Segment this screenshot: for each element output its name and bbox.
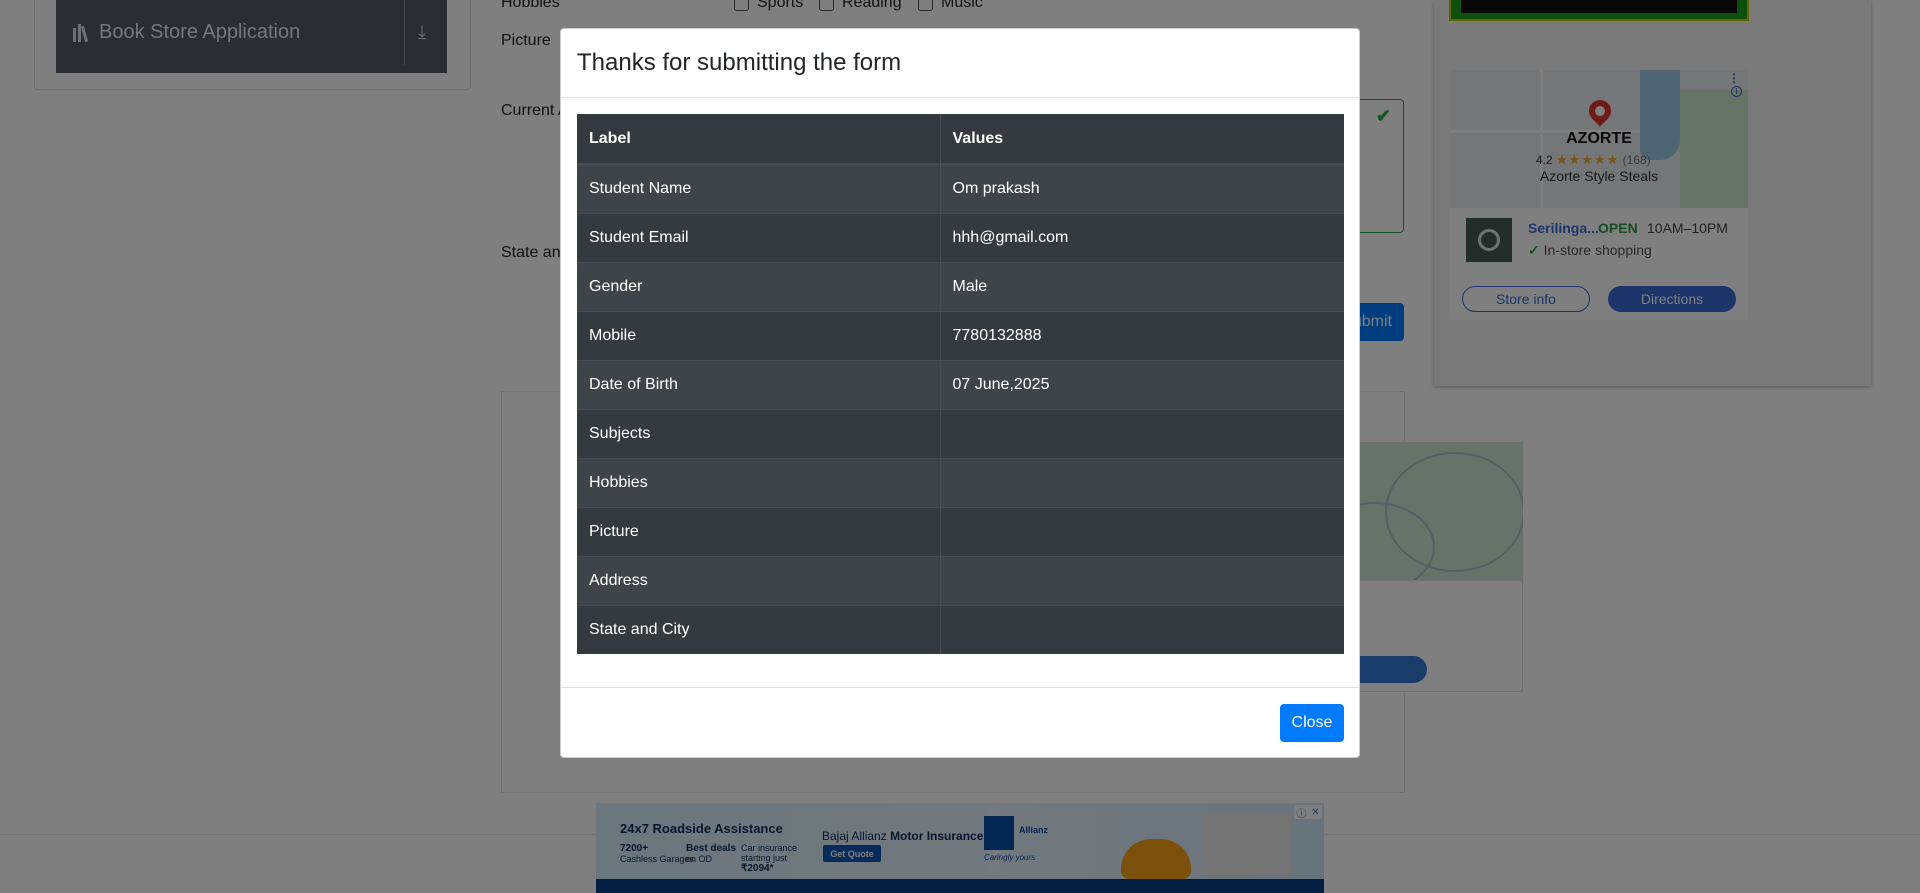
row-value <box>940 604 1344 654</box>
table-row: State and City <box>577 604 1344 654</box>
row-label: Hobbies <box>577 457 941 507</box>
table-row: Student Name Om prakash <box>577 163 1344 213</box>
row-label: Mobile <box>577 310 941 360</box>
row-label: Gender <box>577 261 941 311</box>
close-button[interactable]: Close <box>1280 704 1344 742</box>
row-value <box>940 555 1344 605</box>
row-label: Subjects <box>577 408 941 458</box>
table-row: Gender Male <box>577 261 1344 311</box>
row-value: 7780132888 <box>940 310 1344 360</box>
row-value: 07 June,2025 <box>940 359 1344 409</box>
row-label: Address <box>577 555 941 605</box>
table-header-row: Label Values <box>577 114 1344 165</box>
row-label: Date of Birth <box>577 359 941 409</box>
table-row: Subjects <box>577 408 1344 458</box>
modal-header: Thanks for submitting the form <box>561 29 1359 98</box>
table-row: Hobbies <box>577 457 1344 507</box>
row-value <box>940 506 1344 556</box>
table-row: Date of Birth 07 June,2025 <box>577 359 1344 409</box>
row-label: Picture <box>577 506 941 556</box>
row-label: Student Name <box>577 163 941 213</box>
row-value <box>940 408 1344 458</box>
row-label: State and City <box>577 604 941 654</box>
column-header-values: Values <box>940 114 1344 165</box>
submission-table: Label Values Student Name Om prakash Stud… <box>577 114 1344 654</box>
submission-modal: Thanks for submitting the form Label Val… <box>560 28 1360 758</box>
table-row: Address <box>577 555 1344 605</box>
row-value <box>940 457 1344 507</box>
modal-title: Thanks for submitting the form <box>577 49 902 76</box>
table-row: Mobile 7780132888 <box>577 310 1344 360</box>
row-value: Om prakash <box>940 163 1344 213</box>
row-value: hhh@gmail.com <box>940 212 1344 262</box>
modal-body: Label Values Student Name Om prakash Stud… <box>577 114 1344 654</box>
modal-footer: Close <box>561 687 1359 757</box>
table-row: Student Email hhh@gmail.com <box>577 212 1344 262</box>
table-row: Picture <box>577 506 1344 556</box>
row-label: Student Email <box>577 212 941 262</box>
column-header-label: Label <box>577 114 941 165</box>
row-value: Male <box>940 261 1344 311</box>
